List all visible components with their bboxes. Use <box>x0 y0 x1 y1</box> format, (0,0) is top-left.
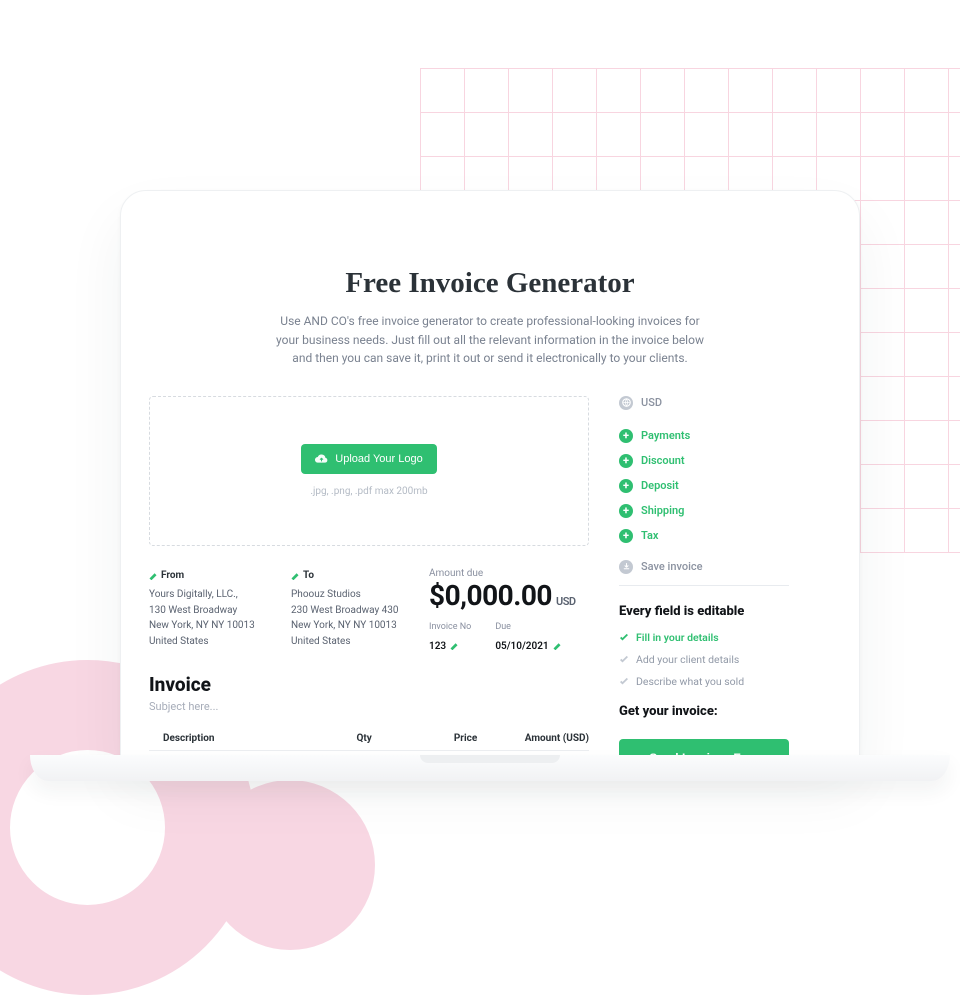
col-qty: Qty <box>328 727 372 751</box>
edit-icon <box>149 572 157 580</box>
currency-label: USD <box>641 396 662 409</box>
plus-icon: + <box>619 454 633 468</box>
from-line3: United States <box>149 634 279 650</box>
plus-icon: + <box>619 479 633 493</box>
invoice-no-value[interactable]: 123 <box>429 641 446 652</box>
invoice-heading: Invoice <box>149 673 589 696</box>
sidebar-item-label: Tax <box>641 529 658 542</box>
sidebar-add-payments[interactable]: + Payments <box>619 429 789 443</box>
to-line2: New York, NY NY 10013 <box>291 618 409 634</box>
upload-logo-button[interactable]: Upload Your Logo <box>301 444 436 474</box>
sidebar-item-label: Deposit <box>641 479 679 492</box>
to-label: To <box>303 568 314 584</box>
app-screen: Free Invoice Generator Use AND CO's free… <box>139 215 841 759</box>
editable-heading: Every field is editable <box>619 604 789 619</box>
sidebar-item-label: Discount <box>641 454 685 467</box>
invoice-sidebar: USD + Payments + Discount + Deposit + <box>619 396 789 759</box>
to-line1: 230 West Broadway 430 <box>291 603 409 619</box>
upload-hint: .jpg, .png, .pdf max 200mb <box>310 486 427 497</box>
col-price: Price <box>372 727 477 751</box>
save-invoice-label: Save invoice <box>641 560 703 573</box>
col-description: Description <box>163 727 328 751</box>
from-name: Yours Digitally, LLC., <box>149 587 279 603</box>
due-date-label: Due <box>495 622 560 632</box>
cloud-upload-icon <box>315 454 328 464</box>
edit-icon <box>291 572 299 580</box>
edit-icon <box>553 642 561 650</box>
sidebar-add-discount[interactable]: + Discount <box>619 454 789 468</box>
to-name: Phoouz Studios <box>291 587 409 603</box>
sidebar-add-tax[interactable]: + Tax <box>619 529 789 543</box>
amount-due-block: Amount due $0,000.00 USD Invoice No 123 <box>429 568 589 653</box>
to-block[interactable]: To Phoouz Studios 230 West Broadway 430 … <box>291 568 409 653</box>
checklist-item: Describe what you sold <box>619 675 789 688</box>
to-line3: United States <box>291 634 409 650</box>
from-line1: 130 West Broadway <box>149 603 279 619</box>
checklist-label: Fill in your details <box>636 631 719 644</box>
save-invoice-button[interactable]: Save invoice <box>619 560 789 574</box>
checklist-label: Describe what you sold <box>636 675 744 688</box>
checklist-item: Add your client details <box>619 653 789 666</box>
checklist-item: Fill in your details <box>619 631 789 644</box>
due-date-value[interactable]: 05/10/2021 <box>495 641 548 652</box>
checklist-label: Add your client details <box>636 653 739 666</box>
divider <box>619 585 789 586</box>
decorative-blob-dot <box>205 780 375 950</box>
plus-icon: + <box>619 529 633 543</box>
from-label: From <box>161 568 184 584</box>
laptop-frame: Free Invoice Generator Use AND CO's free… <box>120 190 860 760</box>
amount-currency: USD <box>556 595 576 608</box>
plus-icon: + <box>619 504 633 518</box>
invoice-editor: Upload Your Logo .jpg, .png, .pdf max 20… <box>149 396 589 759</box>
sidebar-add-shipping[interactable]: + Shipping <box>619 504 789 518</box>
edit-icon <box>450 642 458 650</box>
sidebar-item-label: Shipping <box>641 504 684 517</box>
invoice-no-label: Invoice No <box>429 622 471 632</box>
currency-icon <box>619 396 633 410</box>
from-block[interactable]: From Yours Digitally, LLC., 130 West Bro… <box>149 568 279 653</box>
logo-dropzone[interactable]: Upload Your Logo .jpg, .png, .pdf max 20… <box>149 396 589 546</box>
laptop-base <box>30 755 950 781</box>
page-title: Free Invoice Generator <box>139 267 841 300</box>
from-line2: New York, NY NY 10013 <box>149 618 279 634</box>
check-icon <box>619 676 629 686</box>
currency-selector[interactable]: USD <box>619 396 789 410</box>
check-icon <box>619 654 629 664</box>
upload-logo-label: Upload Your Logo <box>335 453 422 465</box>
col-amount: Amount (USD) <box>477 727 589 751</box>
page-subtitle: Use AND CO's free invoice generator to c… <box>275 312 705 368</box>
sidebar-add-deposit[interactable]: + Deposit <box>619 479 789 493</box>
sidebar-item-label: Payments <box>641 429 690 442</box>
amount-due-value[interactable]: $0,000.00 <box>429 579 552 612</box>
get-invoice-heading: Get your invoice: <box>619 704 789 719</box>
check-icon <box>619 632 629 642</box>
invoice-subject-input[interactable]: Subject here... <box>149 700 589 713</box>
download-icon <box>619 560 633 574</box>
plus-icon: + <box>619 429 633 443</box>
amount-due-label: Amount due <box>429 568 589 579</box>
